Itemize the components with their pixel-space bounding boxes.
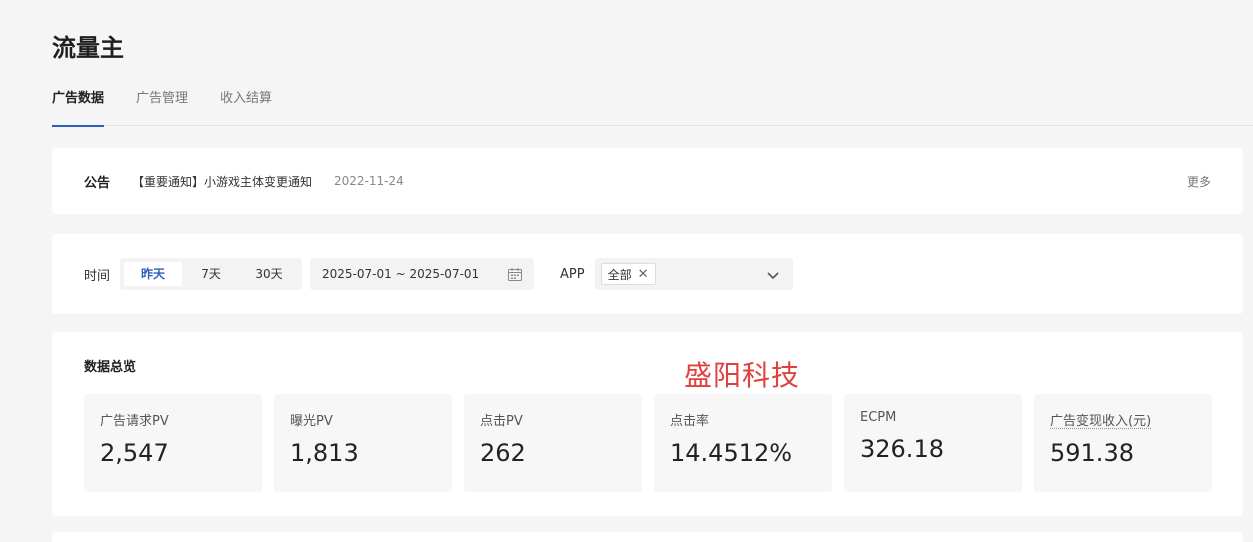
metric-value: 591.38 — [1050, 439, 1134, 467]
close-icon[interactable]: ✕ — [638, 267, 649, 282]
metric-click-rate: 点击率 14.4512% — [654, 394, 832, 492]
app-label: APP — [560, 266, 585, 282]
app-tag: 全部 ✕ — [600, 263, 656, 285]
overview-card: 数据总览 盛阳科技 广告请求PV 2,547 曝光PV 1,813 点击PV 2… — [52, 332, 1243, 516]
notice-link[interactable]: 【重要通知】小游戏主体变更通知 — [132, 173, 312, 190]
period-selector: 昨天 7天 30天 — [120, 258, 303, 290]
metric-ad-revenue: 广告变现收入(元) 591.38 — [1034, 394, 1212, 492]
period-7-days[interactable]: 7天 — [182, 262, 240, 286]
date-range-picker[interactable]: 2025-07-01 ~ 2025-07-01 — [310, 258, 535, 290]
metric-label: ECPM — [860, 410, 897, 425]
metric-exposure-pv: 曝光PV 1,813 — [274, 394, 452, 492]
calendar-icon[interactable] — [508, 267, 523, 281]
metric-value: 262 — [480, 439, 526, 467]
notice-date: 2022-11-24 — [334, 174, 404, 188]
metric-label: 曝光PV — [290, 414, 333, 429]
tab-ad-management[interactable]: 广告管理 — [136, 86, 188, 126]
metric-click-pv: 点击PV 262 — [464, 394, 642, 492]
period-30-days[interactable]: 30天 — [240, 262, 298, 286]
date-range-value: 2025-07-01 ~ 2025-07-01 — [322, 267, 480, 281]
notice-card: 公告 【重要通知】小游戏主体变更通知 2022-11-24 更多 — [52, 148, 1243, 214]
metric-value: 2,547 — [100, 439, 169, 467]
app-tag-label: 全部 — [607, 267, 632, 282]
filter-card: 时间 昨天 7天 30天 2025-07-01 ~ 2025-07-01 APP… — [52, 234, 1243, 314]
notice-label: 公告 — [84, 175, 111, 191]
metric-ecpm: ECPM 326.18 — [844, 394, 1022, 492]
metric-value: 1,813 — [290, 439, 359, 467]
metric-label: 广告请求PV — [100, 414, 169, 429]
next-card — [52, 532, 1243, 542]
app-select[interactable]: 全部 ✕ — [594, 258, 793, 290]
time-label: 时间 — [84, 268, 111, 284]
metric-value: 326.18 — [860, 435, 944, 463]
period-yesterday[interactable]: 昨天 — [124, 262, 183, 286]
page-title: 流量主 — [52, 34, 124, 62]
more-link[interactable]: 更多 — [1187, 173, 1211, 190]
metric-ad-request-pv: 广告请求PV 2,547 — [84, 394, 262, 492]
overview-title: 数据总览 — [84, 360, 137, 375]
tab-income-settlement[interactable]: 收入结算 — [220, 86, 272, 126]
metric-label: 点击率 — [670, 414, 710, 429]
chevron-down-icon[interactable] — [767, 265, 779, 284]
tab-bar: 广告数据 广告管理 收入结算 — [52, 86, 1253, 127]
tab-ad-data[interactable]: 广告数据 — [52, 86, 105, 127]
metric-label: 点击PV — [480, 414, 523, 429]
watermark: 盛阳科技 — [684, 359, 801, 392]
metric-value: 14.4512% — [670, 439, 793, 467]
metric-label[interactable]: 广告变现收入(元) — [1050, 410, 1196, 429]
metrics-row: 广告请求PV 2,547 曝光PV 1,813 点击PV 262 点击率 14.… — [84, 394, 1212, 492]
